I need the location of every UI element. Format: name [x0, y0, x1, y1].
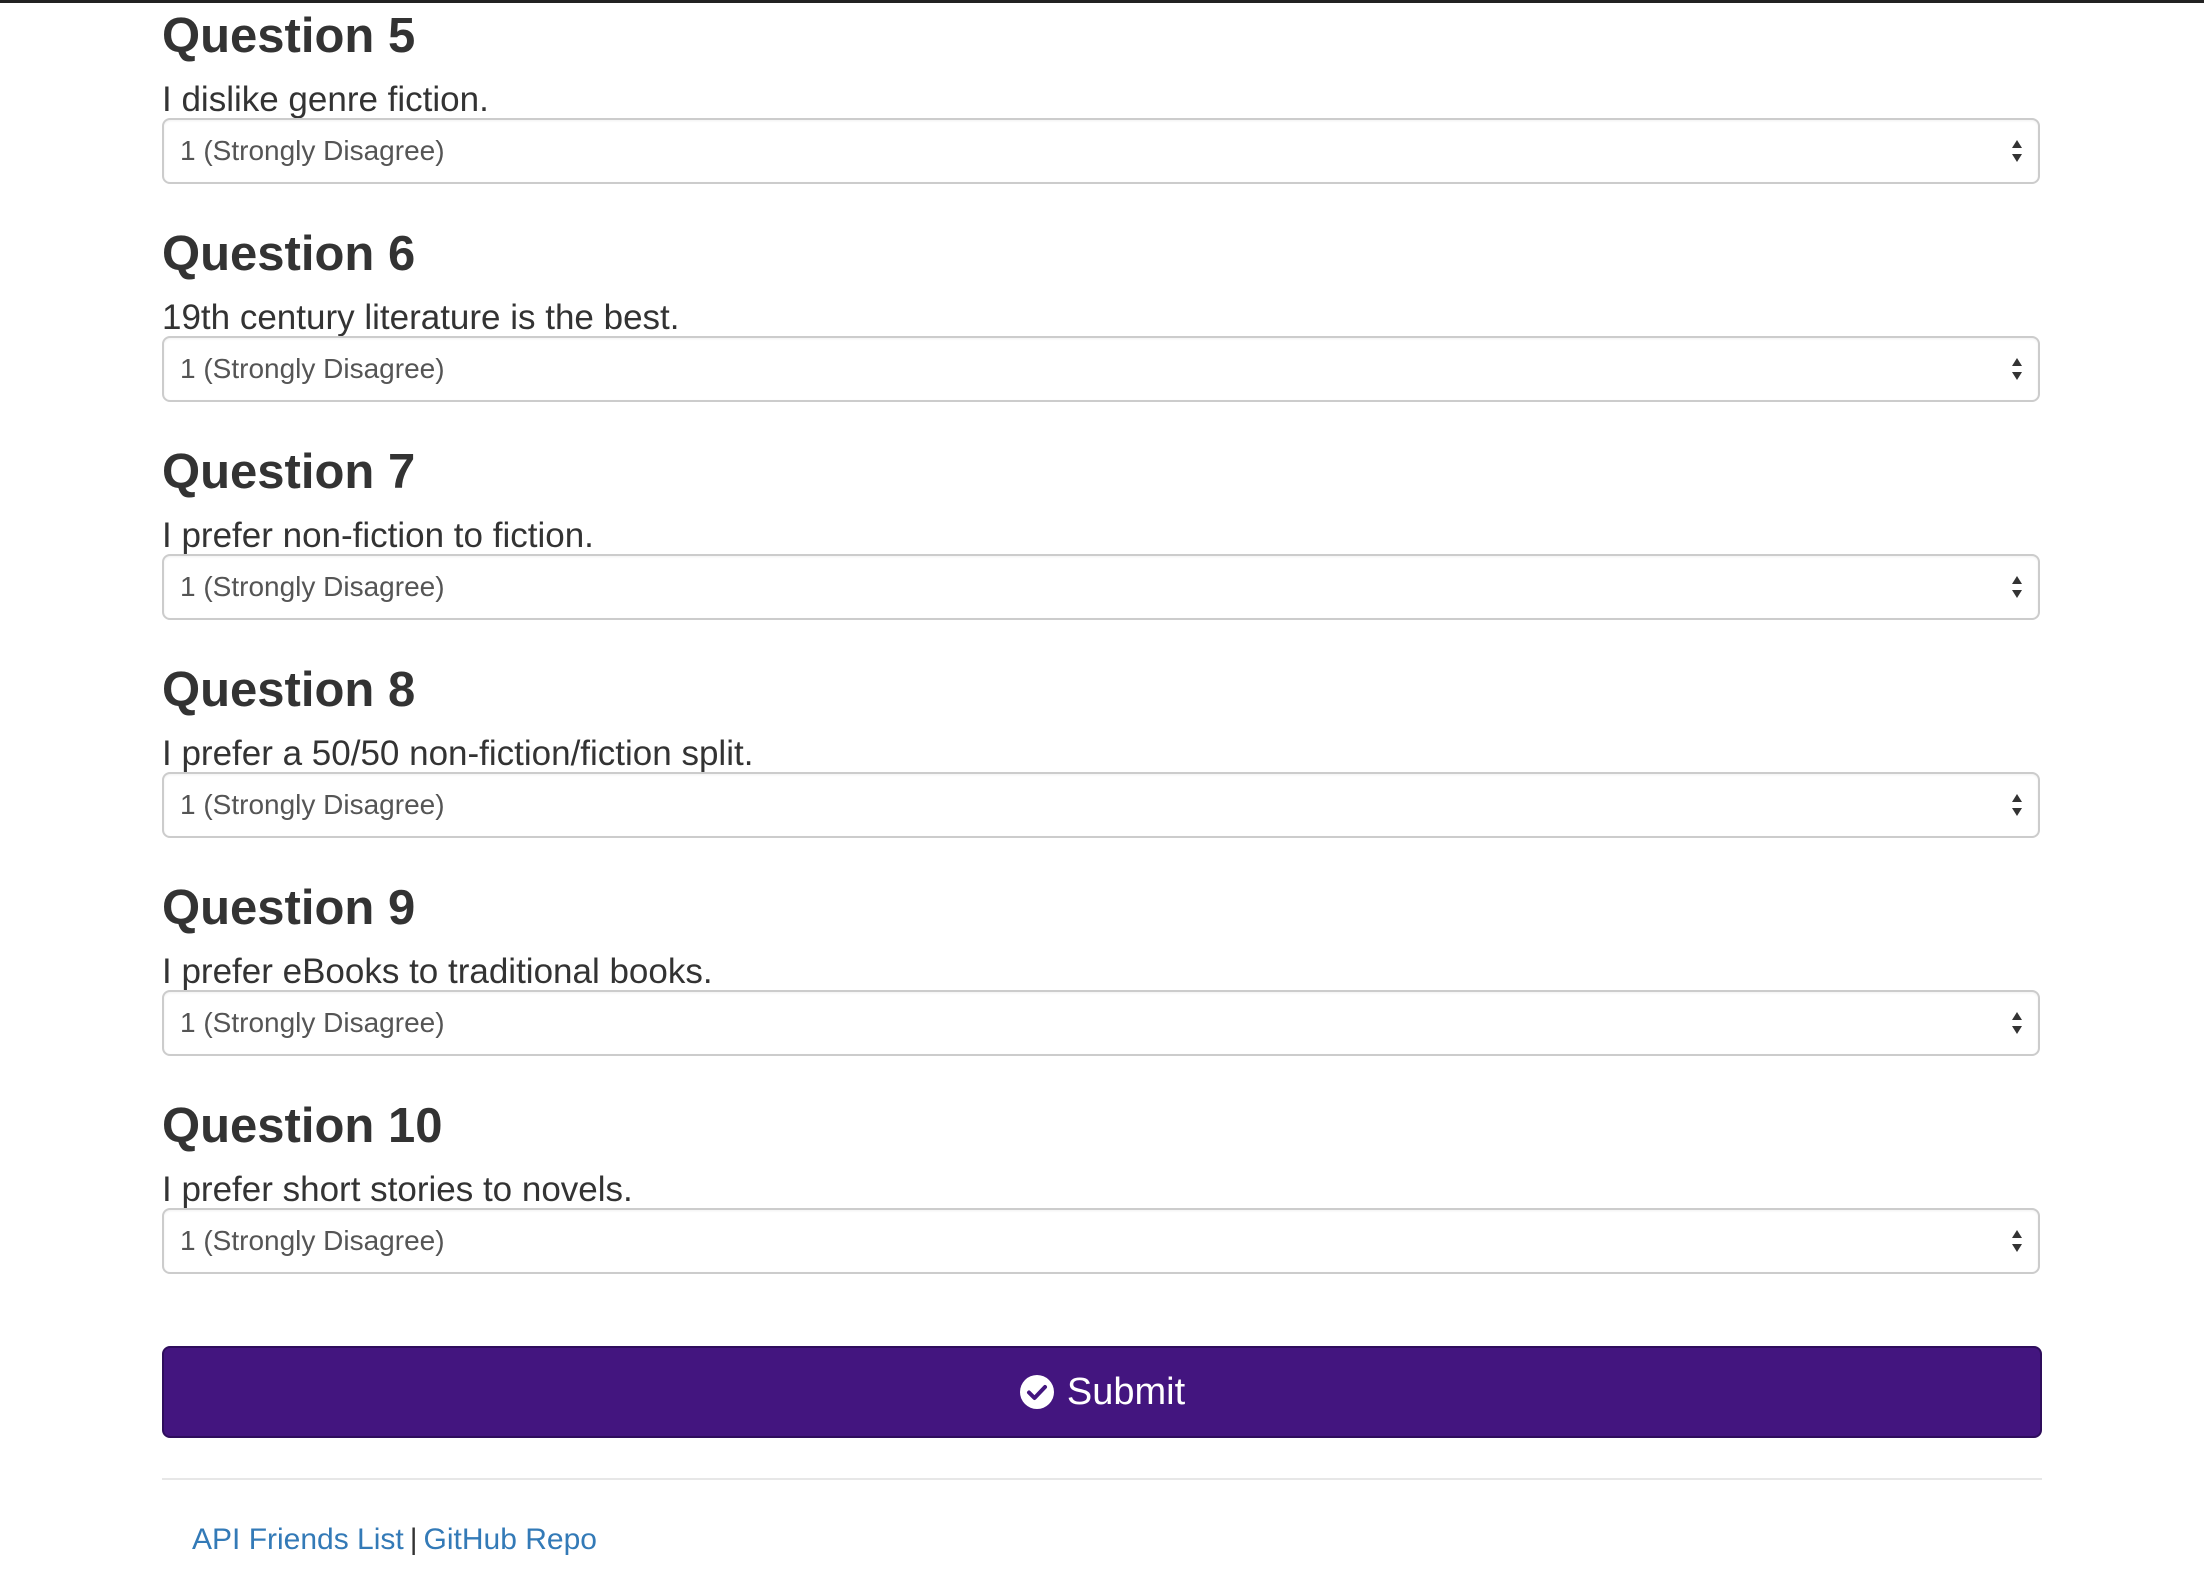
answer-select[interactable]: 1 (Strongly Disagree) [162, 1208, 2040, 1274]
question-10: Question 10 I prefer short stories to no… [162, 1090, 2042, 1308]
question-text: I prefer short stories to novels. [162, 1170, 633, 1209]
github-repo-link[interactable]: GitHub Repo [424, 1523, 597, 1556]
selected-value: 1 (Strongly Disagree) [180, 1225, 445, 1256]
question-title: Question 8 [162, 663, 416, 717]
answer-select[interactable]: 1 (Strongly Disagree) [162, 336, 2040, 402]
question-6: Question 6 19th century literature is th… [162, 218, 2042, 436]
question-title: Question 5 [162, 9, 416, 63]
select-arrows-icon [2012, 794, 2022, 816]
question-7: Question 7 I prefer non-fiction to ficti… [162, 436, 2042, 654]
selected-value: 1 (Strongly Disagree) [180, 135, 445, 166]
answer-select[interactable]: 1 (Strongly Disagree) [162, 772, 2040, 838]
select-arrows-icon [2012, 576, 2022, 598]
question-9: Question 9 I prefer eBooks to traditiona… [162, 872, 2042, 1090]
select-arrows-icon [2012, 1012, 2022, 1034]
question-text: I prefer non-fiction to fiction. [162, 516, 594, 555]
select-arrows-icon [2012, 140, 2022, 162]
question-text: I prefer a 50/50 non-fiction/fiction spl… [162, 734, 754, 773]
answer-select[interactable]: 1 (Strongly Disagree) [162, 990, 2040, 1056]
question-8: Question 8 I prefer a 50/50 non-fiction/… [162, 654, 2042, 872]
select-arrows-icon [2012, 1230, 2022, 1252]
footer-separator: | [409, 1523, 418, 1556]
api-friends-list-link[interactable]: API Friends List [192, 1523, 404, 1556]
selected-value: 1 (Strongly Disagree) [180, 789, 445, 820]
question-text: I prefer eBooks to traditional books. [162, 952, 713, 991]
question-text: I dislike genre fiction. [162, 80, 489, 119]
question-title: Question 7 [162, 445, 416, 499]
select-arrows-icon [2012, 358, 2022, 380]
submit-button[interactable]: Submit [162, 1346, 2042, 1438]
footer: API Friends List | GitHub Repo [192, 1520, 597, 1560]
question-title: Question 10 [162, 1099, 443, 1153]
selected-value: 1 (Strongly Disagree) [180, 571, 445, 602]
selected-value: 1 (Strongly Disagree) [180, 1007, 445, 1038]
selected-value: 1 (Strongly Disagree) [180, 353, 445, 384]
check-circle-icon [1019, 1375, 1054, 1409]
question-text: 19th century literature is the best. [162, 298, 680, 337]
question-title: Question 9 [162, 881, 416, 935]
survey-form: Question 5 I dislike genre fiction. 1 (S… [162, 0, 2042, 1556]
answer-select[interactable]: 1 (Strongly Disagree) [162, 118, 2040, 184]
footer-divider [162, 1478, 2042, 1480]
submit-label: Submit [1066, 1371, 1186, 1413]
question-title: Question 6 [162, 227, 416, 281]
answer-select[interactable]: 1 (Strongly Disagree) [162, 554, 2040, 620]
question-5: Question 5 I dislike genre fiction. 1 (S… [162, 0, 2042, 218]
